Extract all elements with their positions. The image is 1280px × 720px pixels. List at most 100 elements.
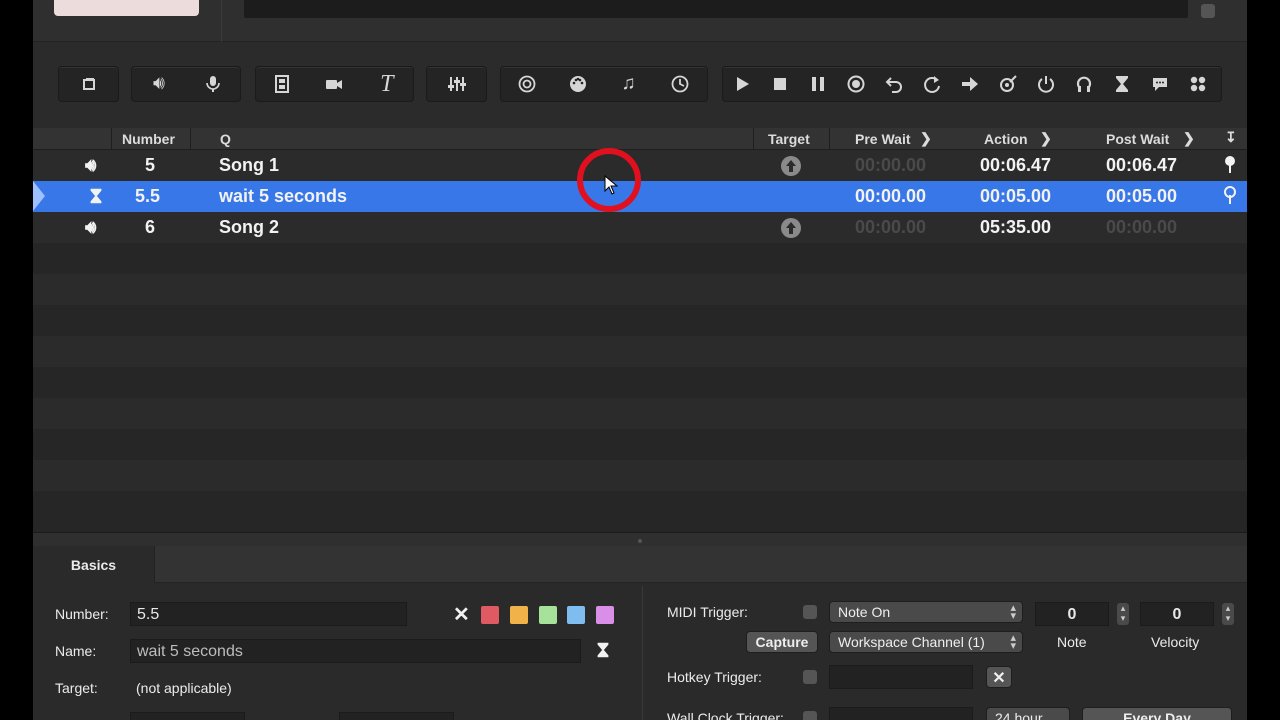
clear-color-icon[interactable]: ✕ xyxy=(453,602,470,627)
target-edit-icon[interactable] xyxy=(989,66,1027,102)
wall-clock-checkbox[interactable] xyxy=(803,711,817,720)
pre-wait-value: 00:00.00 xyxy=(855,217,927,237)
empty-row xyxy=(33,460,1247,491)
split-view-handle[interactable] xyxy=(33,532,1247,546)
note-stepper[interactable]: ▴ ▾ xyxy=(1117,603,1129,625)
disarm-icon[interactable] xyxy=(1065,66,1103,102)
midi-icon[interactable] xyxy=(552,66,603,102)
audio-icon[interactable]: 🔊︎ xyxy=(132,66,186,102)
wait-icon xyxy=(87,187,105,210)
extra-field-1[interactable] xyxy=(130,712,245,720)
target-value: (not applicable) xyxy=(136,680,232,696)
continue-icon xyxy=(1223,155,1237,180)
cue-name: Song 2 xyxy=(219,217,280,237)
timecode-icon[interactable] xyxy=(654,66,705,102)
color-swatch-red[interactable] xyxy=(481,606,499,624)
velocity-field[interactable]: 0 xyxy=(1140,602,1214,626)
top-strip xyxy=(33,0,1247,42)
target-arrow-icon[interactable] xyxy=(781,156,801,176)
header-post-wait[interactable]: Post Wait xyxy=(1106,131,1169,147)
wall-clock-format-select[interactable]: 24 hour xyxy=(986,707,1070,720)
wall-clock-time-field[interactable] xyxy=(829,707,973,720)
pre-wait-value: 00:00.00 xyxy=(855,155,927,175)
header-number[interactable]: Number xyxy=(122,131,175,147)
every-day-button[interactable]: Every Day xyxy=(1082,707,1232,720)
toolbar-group-3: T xyxy=(255,66,414,102)
sort-arrow-icon[interactable]: ↧ xyxy=(1225,129,1237,146)
devamp-icon[interactable] xyxy=(913,66,951,102)
music-icon[interactable]: ♫ xyxy=(603,66,654,102)
name-label: Name: xyxy=(55,643,97,659)
tab-basics[interactable]: Basics xyxy=(33,546,155,583)
pre-wait-value: 00:00.00 xyxy=(855,186,927,206)
start-icon[interactable] xyxy=(723,66,761,102)
group-icon[interactable] xyxy=(59,66,118,102)
name-field[interactable]: wait 5 seconds xyxy=(130,639,581,663)
midi-type-value: Note On xyxy=(838,604,891,620)
empty-row xyxy=(33,336,1247,367)
action-value: 00:05.00 xyxy=(980,186,1052,206)
cue-toolbar: 🔊︎ T ♫ xyxy=(33,42,1247,128)
color-swatch-blue[interactable] xyxy=(567,606,585,624)
table-row[interactable]: 🔊︎ 6 Song 2 00:00.00 05:35.00 00:00.00 xyxy=(33,212,1247,243)
velocity-stepper[interactable]: ▴ ▾ xyxy=(1222,603,1234,625)
mic-icon[interactable] xyxy=(186,66,240,102)
number-field[interactable]: 5.5 xyxy=(130,602,407,626)
script-icon[interactable] xyxy=(1179,66,1217,102)
cue-notes-field[interactable] xyxy=(244,0,1188,18)
header-separator xyxy=(829,128,830,150)
video-icon[interactable] xyxy=(256,66,308,102)
midi-type-select[interactable]: Note On ▴ ▾ xyxy=(829,601,1023,623)
midi-trigger-label: MIDI Trigger: xyxy=(667,604,748,620)
target-arrow-icon[interactable] xyxy=(781,218,801,238)
audio-icon: 🔊︎ xyxy=(85,217,97,237)
extra-field-2[interactable] xyxy=(339,712,454,720)
reset-icon[interactable] xyxy=(875,66,913,102)
post-wait-value: 00:05.00 xyxy=(1106,186,1178,206)
hotkey-field[interactable] xyxy=(829,665,973,689)
memo-icon[interactable] xyxy=(1141,66,1179,102)
wall-clock-format-value: 24 hour xyxy=(995,710,1043,720)
pause-icon[interactable] xyxy=(799,66,837,102)
header-target[interactable]: Target xyxy=(768,131,810,147)
arm-icon[interactable] xyxy=(1027,66,1065,102)
load-icon[interactable] xyxy=(837,66,875,102)
empty-row xyxy=(33,398,1247,429)
toolbar-group-5: ♫ xyxy=(500,66,708,102)
wait-icon xyxy=(594,641,612,664)
cue-number: 5.5 xyxy=(135,186,161,206)
hotkey-trigger-label: Hotkey Trigger: xyxy=(667,669,762,685)
camera-icon[interactable] xyxy=(308,66,360,102)
stop-icon[interactable] xyxy=(761,66,799,102)
color-swatch-purple[interactable] xyxy=(596,606,614,624)
color-swatch-green[interactable] xyxy=(539,606,557,624)
pre-wait-chevron-icon: ❯ xyxy=(920,130,932,146)
fader-icon[interactable] xyxy=(427,66,486,102)
midi-trigger-checkbox[interactable] xyxy=(803,605,817,619)
go-button[interactable] xyxy=(54,0,199,16)
text-icon[interactable]: T xyxy=(361,66,413,102)
note-label: Note xyxy=(1057,634,1087,650)
empty-row xyxy=(33,491,1247,532)
wait-icon[interactable] xyxy=(1103,66,1141,102)
header-pre-wait[interactable]: Pre Wait xyxy=(855,131,911,147)
color-swatch-orange[interactable] xyxy=(510,606,528,624)
empty-row xyxy=(33,305,1247,336)
header-q[interactable]: Q xyxy=(220,131,231,147)
header-separator xyxy=(753,128,754,150)
header-action[interactable]: Action xyxy=(984,131,1028,147)
top-checkbox[interactable] xyxy=(1201,4,1215,18)
note-field[interactable]: 0 xyxy=(1035,602,1109,626)
target-icon[interactable] xyxy=(501,66,552,102)
cue-name: wait 5 seconds xyxy=(219,186,348,206)
velocity-label: Velocity xyxy=(1151,634,1200,650)
empty-row xyxy=(33,367,1247,398)
action-value: 05:35.00 xyxy=(980,217,1052,237)
inspector-divider xyxy=(642,586,643,720)
hotkey-trigger-checkbox[interactable] xyxy=(803,670,817,684)
capture-button[interactable]: Capture xyxy=(746,631,818,653)
goto-icon[interactable] xyxy=(951,66,989,102)
midi-channel-select[interactable]: Workspace Channel (1) ▴ ▾ xyxy=(829,631,1023,653)
inspector-tabs: Basics xyxy=(33,546,1247,583)
clear-hotkey-icon[interactable]: ✕ xyxy=(986,666,1012,688)
